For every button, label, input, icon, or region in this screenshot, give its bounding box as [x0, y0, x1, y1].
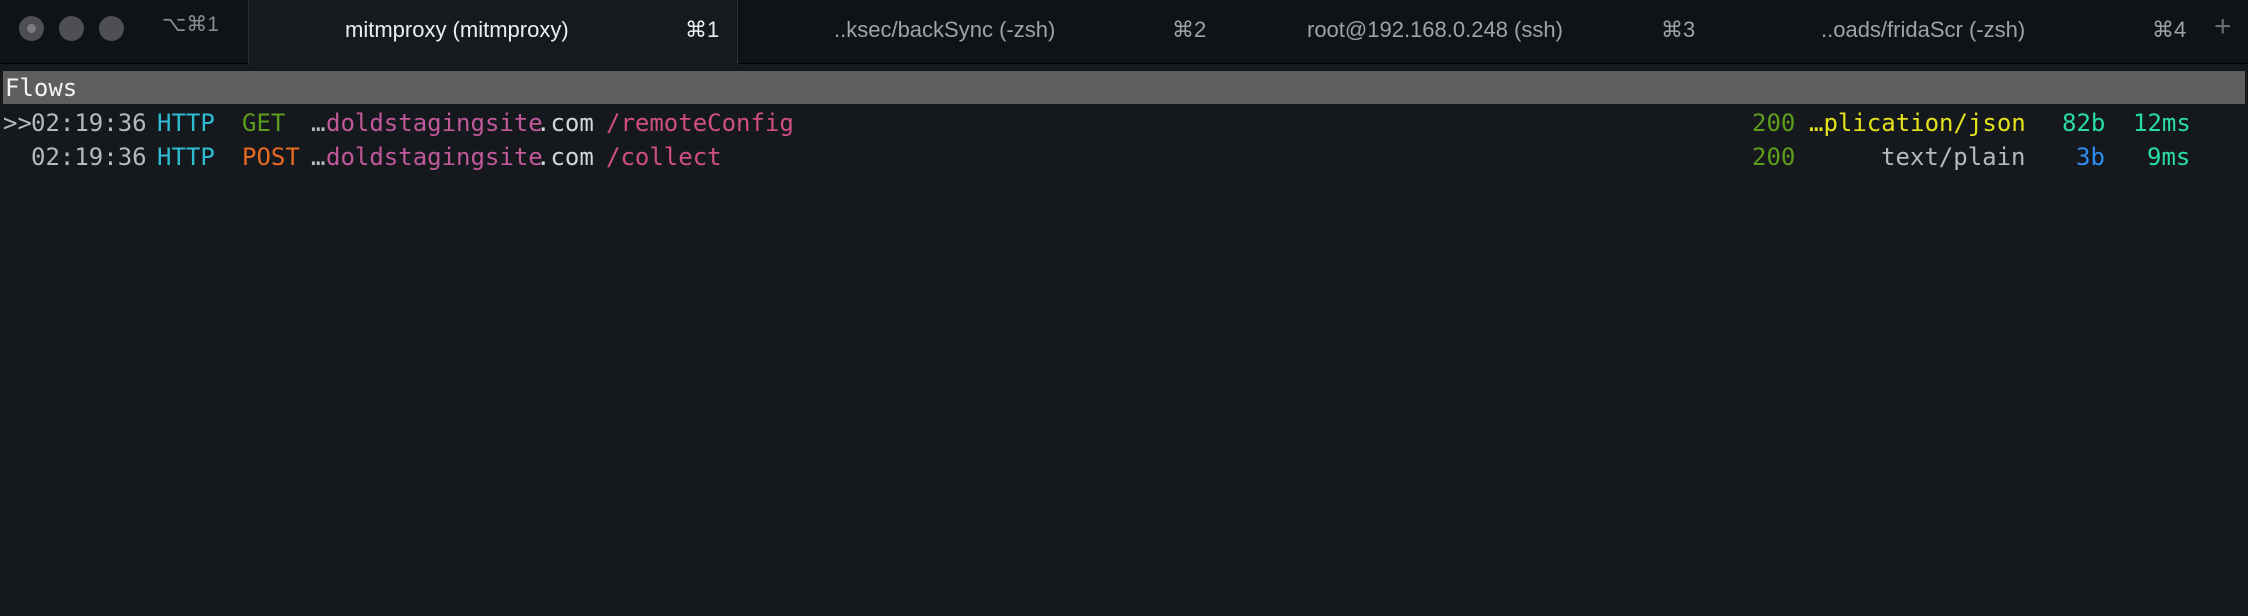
flow-duration: 12ms [2133, 109, 2191, 137]
flows-header: Flows [3, 71, 2245, 104]
tab-bar: ⌥⌘1 mitmproxy (mitmproxy) ⌘1 ..ksec/back… [0, 0, 2248, 65]
flow-host: doldstagingsite [326, 143, 543, 171]
tab-title: mitmproxy (mitmproxy) [345, 17, 569, 42]
flow-host: doldstagingsite [326, 109, 543, 137]
tab-backsync[interactable]: ..ksec/backSync (-zsh) ⌘2 [739, 0, 1229, 64]
host-ellipsis: … [311, 109, 326, 137]
tab-shortcut: ⌘2 [1172, 17, 1207, 42]
flow-duration: 9ms [2147, 143, 2191, 171]
minimize-window-button[interactable] [59, 16, 84, 41]
zoom-window-button[interactable] [99, 16, 124, 41]
flow-status: 200 [1752, 109, 1796, 137]
tab-mitmproxy[interactable]: mitmproxy (mitmproxy) ⌘1 [248, 0, 738, 65]
flow-time: 02:19:36 [31, 109, 147, 137]
tab-title: ..ksec/backSync (-zsh) [834, 17, 1056, 42]
flow-tld: .com [536, 109, 594, 137]
close-window-button[interactable] [19, 16, 44, 41]
flow-size: 82b [2062, 109, 2106, 137]
flow-content-type: text/plain [1881, 143, 2026, 171]
flow-scheme: HTTP [157, 109, 215, 137]
flow-method: POST [242, 143, 300, 171]
flow-method: GET [242, 109, 286, 137]
flow-path: /remoteConfig [606, 109, 794, 137]
flow-row[interactable]: >> 02:19:36 HTTP GET … doldstagingsite .… [0, 106, 2248, 140]
new-tab-button[interactable]: + [2214, 12, 2232, 42]
host-ellipsis: … [311, 143, 326, 171]
flow-time: 02:19:36 [31, 143, 147, 171]
flow-status: 200 [1752, 143, 1796, 171]
tab-fridascr[interactable]: ..oads/fridaScr (-zsh) ⌘4 [1719, 0, 2209, 64]
tab-title: root@192.168.0.248 (ssh) [1307, 17, 1563, 42]
selection-marker: >> [3, 109, 32, 137]
flow-path: /collect [606, 143, 722, 171]
tab-ssh-root[interactable]: root@192.168.0.248 (ssh) ⌘3 [1229, 0, 1719, 64]
flow-size: 3b [2076, 143, 2105, 171]
tab-shortcut: ⌘1 [685, 17, 720, 42]
tab-shortcut: ⌘4 [2152, 17, 2187, 42]
flow-row[interactable]: 02:19:36 HTTP POST … doldstagingsite .co… [0, 140, 2248, 174]
terminal-pane[interactable]: Flows >> 02:19:36 HTTP GET … doldstaging… [0, 65, 2248, 506]
flow-tld: .com [536, 143, 594, 171]
flow-content-type: …plication/json [1809, 109, 2026, 137]
tab-shortcut: ⌘3 [1661, 17, 1696, 42]
flow-scheme: HTTP [157, 143, 215, 171]
tab-title: ..oads/fridaScr (-zsh) [1821, 17, 2026, 42]
window-shortcut-label: ⌥⌘1 [162, 13, 219, 36]
